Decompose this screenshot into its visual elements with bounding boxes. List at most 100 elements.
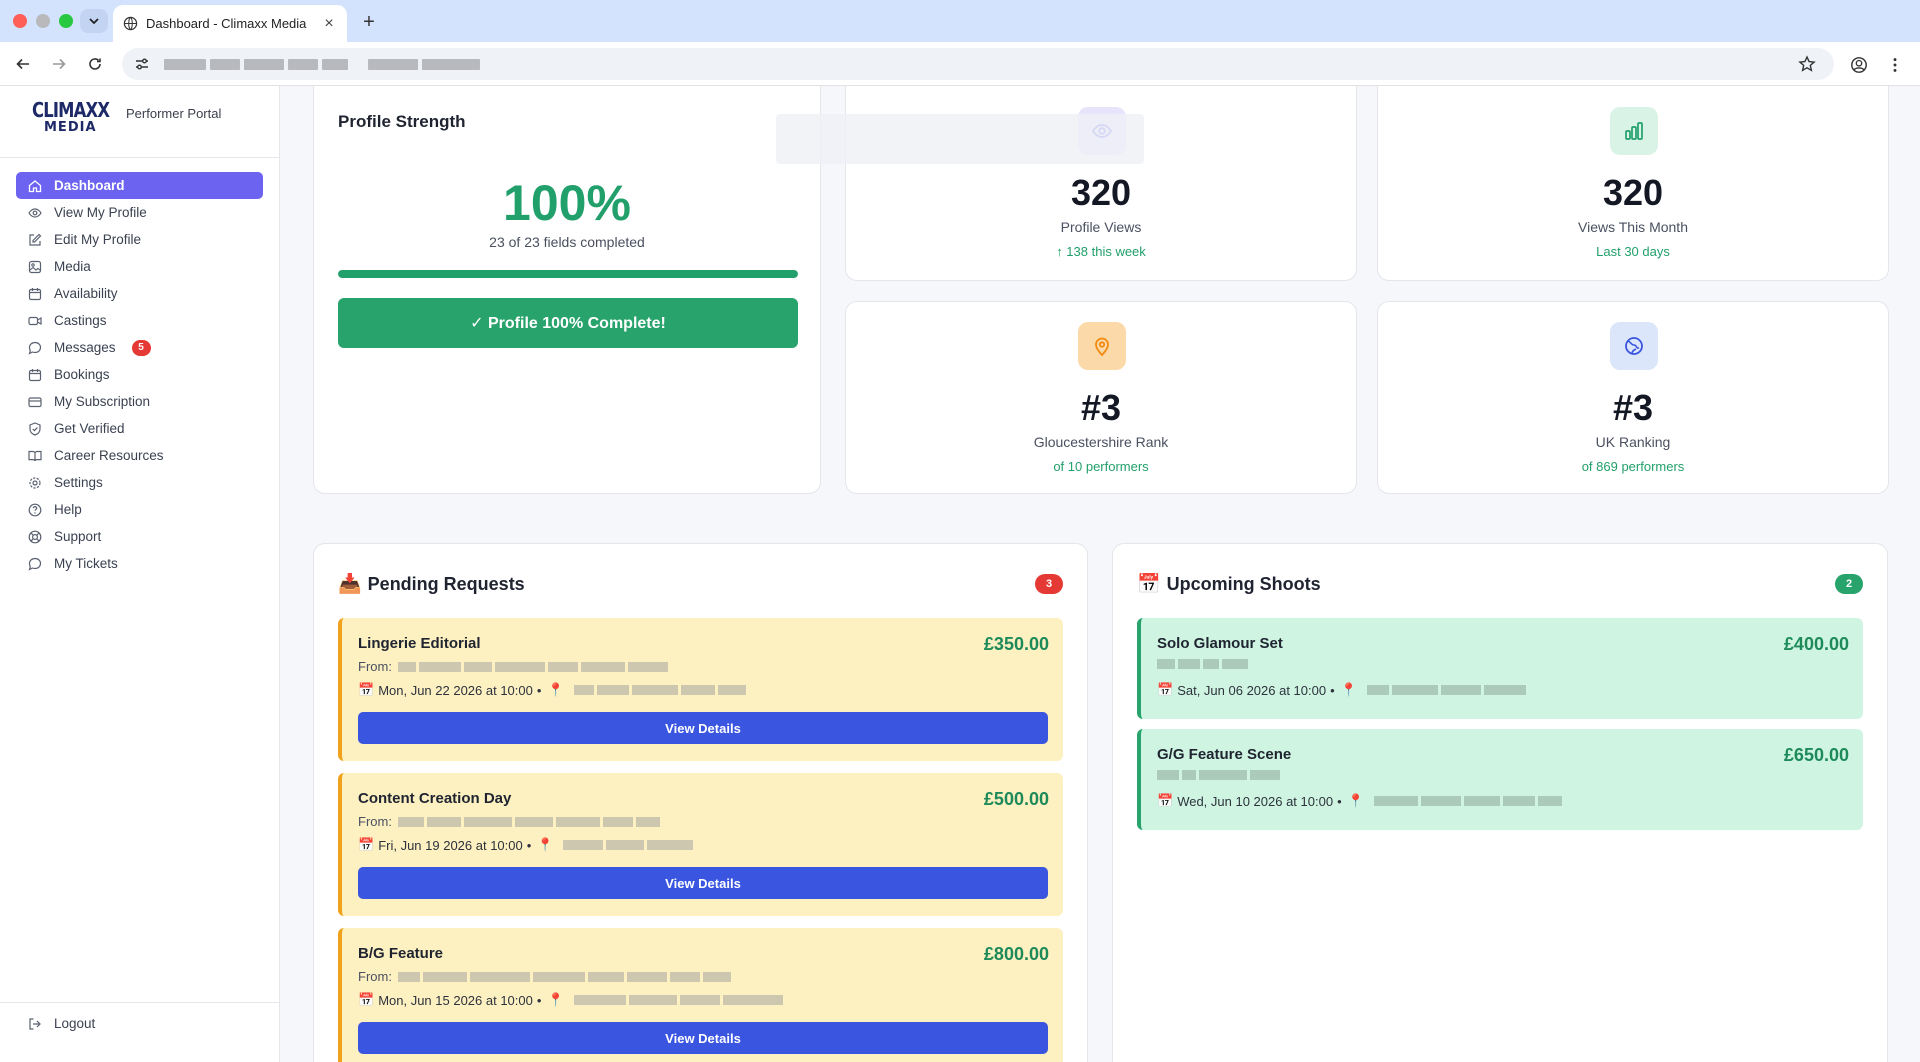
shoot-datetime: 📅 Wed, Jun 10 2026 at 10:00 • 📍 [1157, 793, 1562, 809]
sidebar-item-bookings[interactable]: Bookings [16, 361, 263, 388]
sidebar-item-messages[interactable]: Messages 5 [16, 334, 263, 361]
bookmark-star-icon[interactable] [1798, 55, 1816, 73]
sidebar-item-availability[interactable]: Availability [16, 280, 263, 307]
shoot-title: Solo Glamour Set [1157, 635, 1283, 652]
sidebar-item-support[interactable]: Support [16, 523, 263, 550]
sidebar-item-get-verified[interactable]: Get Verified [16, 415, 263, 442]
shoot-datetime: 📅 Sat, Jun 06 2026 at 10:00 • 📍 [1157, 682, 1526, 698]
sidebar-item-label: Edit My Profile [54, 232, 142, 247]
portal-label: Performer Portal [126, 106, 222, 121]
inbox-icon: 📥 [338, 574, 362, 595]
sidebar-item-label: Settings [54, 475, 103, 490]
from-label: From: [358, 814, 392, 829]
window-close-button[interactable] [13, 14, 27, 28]
request-from: From: [358, 814, 660, 829]
sidebar-item-label: Messages [54, 340, 116, 355]
request-card: Lingerie Editorial £350.00 From: 📅 Mon, … [338, 618, 1063, 761]
redacted-sender [397, 661, 668, 672]
from-label: From: [358, 659, 392, 674]
location-pin-icon: 📍 [1340, 682, 1357, 697]
redacted-location [563, 840, 694, 850]
reload-button[interactable] [83, 52, 107, 76]
profile-complete-button[interactable]: ✓ Profile 100% Complete! [338, 298, 798, 348]
arrow-right-icon [53, 58, 66, 70]
messages-count-badge: 5 [131, 339, 151, 356]
browser-tab-active[interactable]: Dashboard - Climaxx Media × [113, 5, 347, 42]
back-button[interactable] [11, 52, 35, 76]
location-pin-icon: 📍 [547, 992, 564, 1007]
address-bar[interactable] [122, 48, 1834, 80]
sidebar-item-label: Career Resources [54, 448, 164, 463]
site-settings-icon[interactable] [134, 56, 150, 72]
tab-search-button[interactable] [80, 9, 108, 33]
profile-strength-card: Profile Strength 100% 23 of 23 fields co… [313, 86, 821, 494]
stat-label: Profile Views [1060, 219, 1142, 235]
view-details-button[interactable]: View Details [358, 867, 1048, 899]
home-icon [28, 179, 42, 192]
redacted-location [1373, 796, 1562, 806]
stat-value: 320 [1070, 172, 1132, 213]
sidebar-item-label: Get Verified [54, 421, 125, 436]
calendar-icon: 📅 [358, 682, 375, 697]
location-pin-icon: 📍 [537, 837, 554, 852]
separator-dot: • [536, 682, 542, 698]
logout-label: Logout [54, 1016, 96, 1031]
upcoming-count-badge: 2 [1835, 574, 1863, 594]
sidebar-item-label: My Subscription [54, 394, 151, 409]
calendar-icon: 📅 [1137, 574, 1161, 595]
sidebar-item-media[interactable]: Media [16, 253, 263, 280]
brand-logo[interactable]: CLIMAXX MEDIA [32, 100, 112, 134]
stat-card-uk-ranking: #3 UK Ranking of 869 performers [1377, 301, 1889, 494]
new-tab-button[interactable]: + [356, 9, 382, 35]
sidebar-item-castings[interactable]: Castings [16, 307, 263, 334]
logout-link[interactable]: Logout [28, 1016, 95, 1031]
view-details-button[interactable]: View Details [358, 1022, 1048, 1054]
request-from: From: [358, 659, 668, 674]
request-card: Content Creation Day £500.00 From: 📅 Fri… [338, 773, 1063, 916]
help-icon [28, 503, 42, 516]
sidebar-item-view-profile[interactable]: View My Profile [16, 199, 263, 226]
redacted-location [573, 685, 746, 695]
shoot-price: £400.00 [1783, 634, 1849, 654]
sidebar-item-settings[interactable]: Settings [16, 469, 263, 496]
window-minimize-button[interactable] [36, 14, 50, 28]
arrow-left-icon [16, 58, 29, 70]
stat-value: 320 [1602, 172, 1664, 213]
globe-icon [1610, 322, 1658, 370]
profile-button[interactable] [1849, 55, 1869, 75]
stat-subtext: ↑ 138 this week [1056, 244, 1146, 259]
stat-subtext: Last 30 days [1596, 244, 1670, 259]
sidebar-item-career-resources[interactable]: Career Resources [16, 442, 263, 469]
request-datetime: 📅 Mon, Jun 15 2026 at 10:00 • 📍 [358, 992, 783, 1008]
stat-value: #3 [1080, 387, 1122, 428]
request-date: Fri, Jun 19 2026 at 10:00 [378, 837, 523, 853]
browser-tab-bar: Dashboard - Climaxx Media × + [0, 0, 1920, 42]
view-details-button[interactable]: View Details [358, 712, 1048, 744]
sidebar-item-edit-profile[interactable]: Edit My Profile [16, 226, 263, 253]
forward-button[interactable] [47, 52, 71, 76]
sidebar-item-help[interactable]: Help [16, 496, 263, 523]
calendar-icon: 📅 [358, 992, 375, 1007]
lifebuoy-icon [28, 530, 42, 543]
shoot-price: £650.00 [1783, 745, 1849, 765]
sidebar-item-my-tickets[interactable]: My Tickets [16, 550, 263, 577]
shoot-date: Wed, Jun 10 2026 at 10:00 [1177, 793, 1334, 809]
shoot-card[interactable]: Solo Glamour Set £400.00 📅 Sat, Jun 06 2… [1137, 618, 1863, 719]
sidebar-item-dashboard[interactable]: Dashboard [16, 172, 263, 199]
profile-progress-bar [338, 270, 798, 278]
pending-count-badge: 3 [1035, 574, 1063, 594]
chat-icon [28, 341, 42, 355]
sidebar-item-label: Support [54, 529, 102, 544]
sidebar-nav: Dashboard View My Profile Edit My Profil… [16, 172, 263, 577]
sidebar-item-label: View My Profile [54, 205, 147, 220]
sidebar-divider [0, 157, 279, 158]
fullscreen-toast [776, 114, 1144, 164]
stat-label: Views This Month [1578, 219, 1688, 235]
edit-icon [29, 233, 42, 246]
sidebar-item-label: Media [54, 259, 91, 274]
sidebar-item-subscription[interactable]: My Subscription [16, 388, 263, 415]
browser-menu-button[interactable] [1885, 55, 1905, 75]
tab-close-icon[interactable]: × [321, 15, 337, 33]
shoot-card[interactable]: G/G Feature Scene £650.00 📅 Wed, Jun 10 … [1137, 729, 1863, 830]
window-maximize-button[interactable] [59, 14, 73, 28]
